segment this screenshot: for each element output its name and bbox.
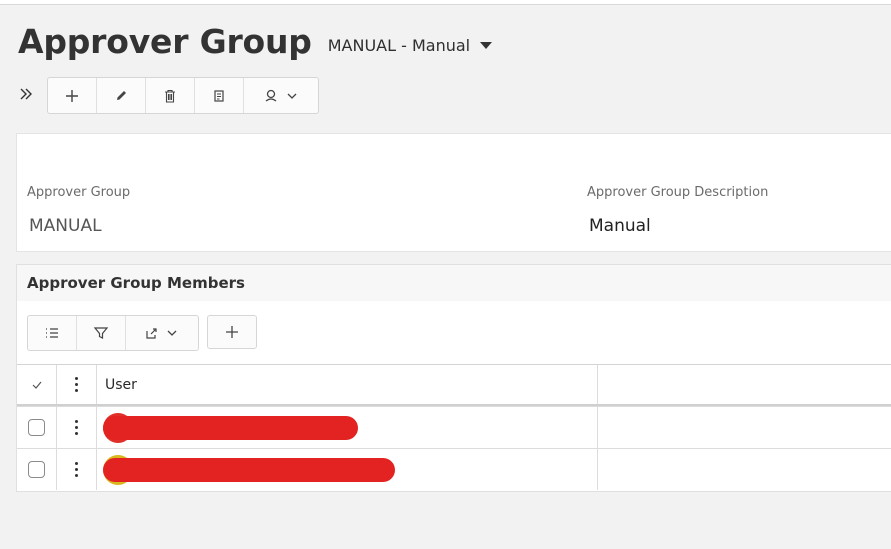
approver-group-label: Approver Group bbox=[27, 185, 131, 200]
new-button[interactable] bbox=[48, 78, 97, 113]
plus-icon bbox=[66, 89, 78, 102]
user-cell bbox=[97, 449, 598, 490]
checkmark-icon bbox=[32, 381, 41, 389]
select-all-cell[interactable] bbox=[17, 365, 57, 404]
grid-header-row: User bbox=[17, 364, 891, 406]
caret-down-icon bbox=[480, 41, 493, 49]
members-grid: User bbox=[17, 364, 891, 490]
column-chooser-button[interactable] bbox=[28, 316, 77, 350]
kebab-icon bbox=[75, 377, 78, 392]
description-value: Manual bbox=[589, 216, 651, 236]
pencil-icon bbox=[117, 90, 126, 100]
record-toolbar bbox=[47, 77, 319, 114]
members-toolbar bbox=[27, 315, 199, 351]
kebab-icon bbox=[75, 420, 78, 435]
table-row[interactable] bbox=[17, 406, 891, 448]
user-cell bbox=[97, 407, 598, 448]
plus-icon bbox=[226, 326, 238, 338]
edit-button[interactable] bbox=[97, 78, 146, 113]
approver-group-card: Approver Group MANUAL Approver Group Des… bbox=[16, 133, 891, 252]
header-menu-cell[interactable] bbox=[57, 365, 97, 404]
duplicate-button[interactable] bbox=[195, 78, 244, 113]
members-title: Approver Group Members bbox=[27, 274, 245, 292]
copy-icon bbox=[214, 89, 224, 102]
row-checkbox-cell bbox=[17, 407, 57, 448]
approver-dropdown-icon bbox=[265, 89, 297, 102]
approver-group-members-panel: Approver Group Members User bbox=[16, 264, 891, 492]
export-dropdown-button[interactable] bbox=[126, 316, 198, 350]
trash-icon bbox=[165, 89, 175, 103]
add-member-button[interactable] bbox=[207, 315, 257, 349]
record-selector-label: MANUAL - Manual bbox=[327, 35, 471, 55]
kebab-icon bbox=[75, 462, 78, 477]
approver-actions-dropdown[interactable] bbox=[244, 78, 318, 113]
description-label: Approver Group Description bbox=[587, 185, 769, 200]
filter-icon bbox=[93, 327, 109, 339]
row-menu-cell[interactable] bbox=[57, 449, 97, 490]
page-title: Approver Group bbox=[18, 22, 312, 61]
export-icon bbox=[146, 328, 177, 339]
delete-button[interactable] bbox=[146, 78, 195, 113]
redacted-user-name bbox=[103, 457, 395, 482]
card-header-band bbox=[17, 134, 891, 174]
members-header: Approver Group Members bbox=[17, 265, 891, 301]
expand-navigator-icon[interactable] bbox=[17, 84, 37, 104]
table-row[interactable] bbox=[17, 448, 891, 490]
top-divider bbox=[0, 0, 891, 5]
row-checkbox[interactable] bbox=[28, 461, 45, 478]
column-header-user[interactable]: User bbox=[97, 365, 598, 404]
record-selector[interactable]: MANUAL - Manual bbox=[327, 35, 493, 55]
row-checkbox-cell bbox=[17, 449, 57, 490]
row-checkbox[interactable] bbox=[28, 419, 45, 436]
page-header: Approver Group MANUAL - Manual bbox=[18, 20, 493, 64]
redacted-user-name bbox=[103, 415, 358, 440]
row-menu-cell[interactable] bbox=[57, 407, 97, 448]
list-icon bbox=[46, 328, 58, 338]
approver-group-value: MANUAL bbox=[29, 216, 102, 236]
filter-button[interactable] bbox=[77, 316, 126, 350]
